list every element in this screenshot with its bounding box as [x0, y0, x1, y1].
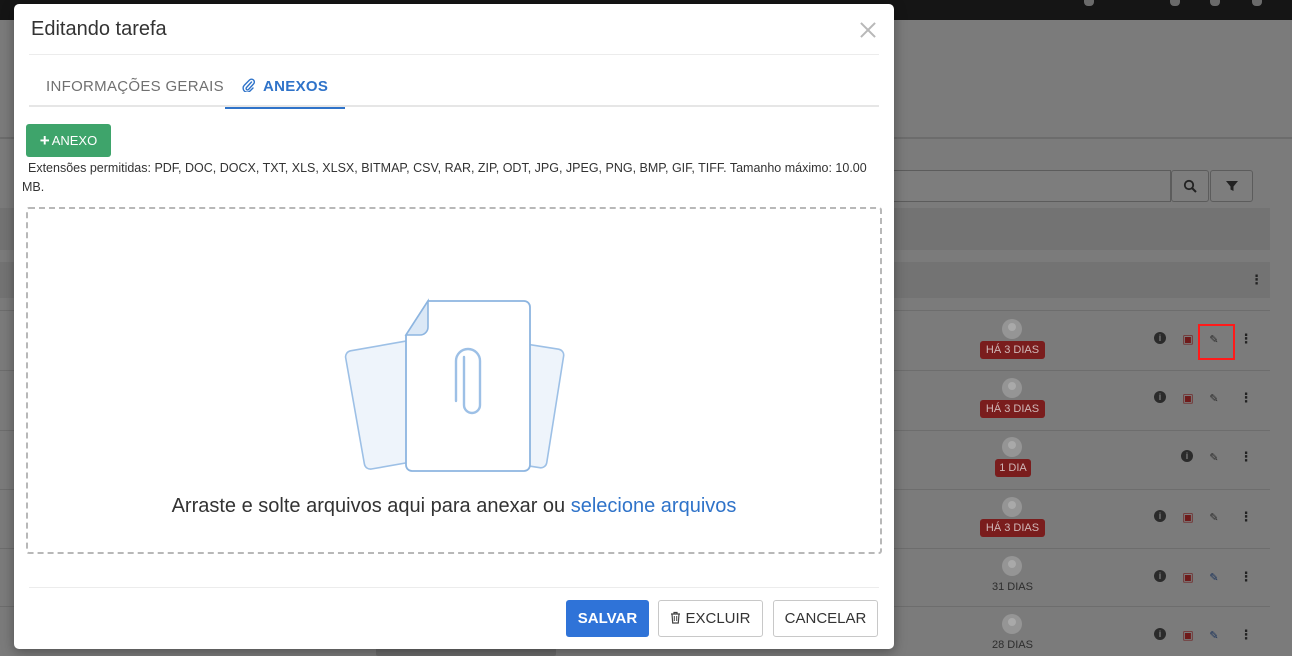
filter-button[interactable]	[1210, 170, 1253, 202]
table-row[interactable]: 1 DIA i ✎ ⋮	[975, 437, 1265, 487]
paperclip-icon	[242, 78, 256, 95]
more-icon[interactable]: ⋮	[1239, 509, 1253, 524]
more-icon[interactable]: ⋮	[1239, 449, 1253, 464]
filter-icon	[1225, 181, 1238, 191]
more-icon[interactable]: ⋮	[1239, 569, 1253, 584]
search-icon	[1183, 179, 1197, 193]
due-badge: HÁ 3 DIAS	[980, 519, 1045, 537]
pdf-icon[interactable]: ▣	[1181, 332, 1195, 346]
pdf-icon[interactable]: ▣	[1181, 628, 1195, 642]
modal-title: Editando tarefa	[31, 18, 167, 40]
footer-divider	[29, 587, 879, 588]
paperclip-icon[interactable]: ✎	[1207, 510, 1221, 524]
avatar	[1002, 437, 1022, 457]
close-icon[interactable]	[858, 20, 878, 40]
pdf-icon[interactable]: ▣	[1181, 391, 1195, 405]
table-row[interactable]: 28 DIAS i ▣ ✎ ⋮	[975, 614, 1265, 656]
allowed-extensions-text: Extensões permitidas: PDF, DOC, DOCX, TX…	[22, 161, 867, 194]
pdf-icon[interactable]: ▣	[1181, 510, 1195, 524]
header-divider	[29, 54, 879, 55]
info-icon[interactable]: i	[1154, 570, 1166, 582]
group-menu-icon[interactable]: ⋮	[1250, 272, 1263, 288]
help-icon[interactable]	[1210, 0, 1220, 6]
trash-icon	[670, 611, 681, 627]
add-attachment-label: ANEXO	[51, 133, 98, 148]
tab-attachments[interactable]: ANEXOS	[225, 66, 346, 109]
delete-label: EXCLUIR	[685, 610, 751, 627]
list-search-button[interactable]	[1171, 170, 1209, 202]
table-row[interactable]: HÁ 3 DIAS i ▣ ✎ ⋮	[975, 497, 1265, 547]
modal-tabs: INFORMAÇÕES GERAIS ANEXOS	[29, 66, 879, 109]
due-badge: HÁ 3 DIAS	[980, 400, 1045, 418]
dropzone-instructions: Arraste e solte arquivos aqui para anexa…	[28, 495, 880, 518]
annotation-highlight-box	[1198, 324, 1235, 360]
add-attachment-button[interactable]: + ANEXO	[26, 124, 111, 157]
avatar	[1002, 497, 1022, 517]
file-dropzone[interactable]: Arraste e solte arquivos aqui para anexa…	[26, 207, 882, 554]
paperclip-icon[interactable]: ✎	[1207, 628, 1221, 642]
paperclip-icon[interactable]: ✎	[1207, 570, 1221, 584]
avatar	[1002, 319, 1022, 339]
cancel-button[interactable]: CANCELAR	[773, 600, 878, 637]
tab-general-info[interactable]: INFORMAÇÕES GERAIS	[46, 66, 224, 107]
more-icon[interactable]: ⋮	[1239, 331, 1253, 346]
plus-icon: +	[39, 130, 50, 150]
search-icon[interactable]	[1084, 0, 1094, 6]
avatar	[1002, 556, 1022, 576]
due-badge: 1 DIA	[995, 459, 1031, 477]
due-badge: 31 DIAS	[992, 581, 1033, 593]
due-badge: HÁ 3 DIAS	[980, 341, 1045, 359]
list-search-input[interactable]	[880, 170, 1171, 202]
avatar	[1002, 614, 1022, 634]
edit-task-modal: Editando tarefa INFORMAÇÕES GERAIS ANEXO…	[14, 4, 894, 649]
save-button[interactable]: SALVAR	[566, 600, 649, 637]
due-badge: 28 DIAS	[992, 639, 1033, 651]
user-icon[interactable]	[1170, 0, 1180, 6]
more-icon[interactable]: ⋮	[1239, 390, 1253, 405]
paperclip-icon[interactable]: ✎	[1207, 450, 1221, 464]
pdf-icon[interactable]: ▣	[1181, 570, 1195, 584]
tab-label: ANEXOS	[263, 78, 329, 95]
select-files-link[interactable]: selecione arquivos	[571, 495, 737, 517]
file-upload-illustration-icon	[344, 298, 565, 472]
info-icon[interactable]: i	[1154, 391, 1166, 403]
info-icon[interactable]: i	[1154, 332, 1166, 344]
info-icon[interactable]: i	[1154, 628, 1166, 640]
dropzone-text: Arraste e solte arquivos aqui para anexa…	[171, 495, 566, 517]
tab-label: INFORMAÇÕES GERAIS	[46, 78, 224, 95]
avatar	[1002, 378, 1022, 398]
gear-icon[interactable]	[1252, 0, 1262, 6]
paperclip-icon[interactable]: ✎	[1207, 391, 1221, 405]
info-icon[interactable]: i	[1181, 450, 1193, 462]
delete-button[interactable]: EXCLUIR	[658, 600, 763, 637]
more-icon[interactable]: ⋮	[1239, 627, 1253, 642]
info-icon[interactable]: i	[1154, 510, 1166, 522]
table-row[interactable]: HÁ 3 DIAS i ▣ ✎ ⋮	[975, 378, 1265, 428]
table-row[interactable]: 31 DIAS i ▣ ✎ ⋮	[975, 556, 1265, 606]
